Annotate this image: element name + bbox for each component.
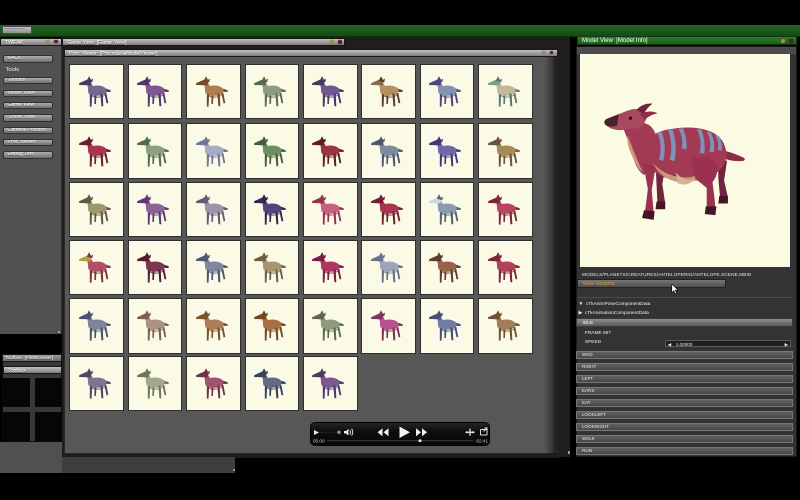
svg-text:05:00: 05:00 (313, 438, 325, 443)
svg-text:-02:41: -02:41 (474, 438, 487, 443)
